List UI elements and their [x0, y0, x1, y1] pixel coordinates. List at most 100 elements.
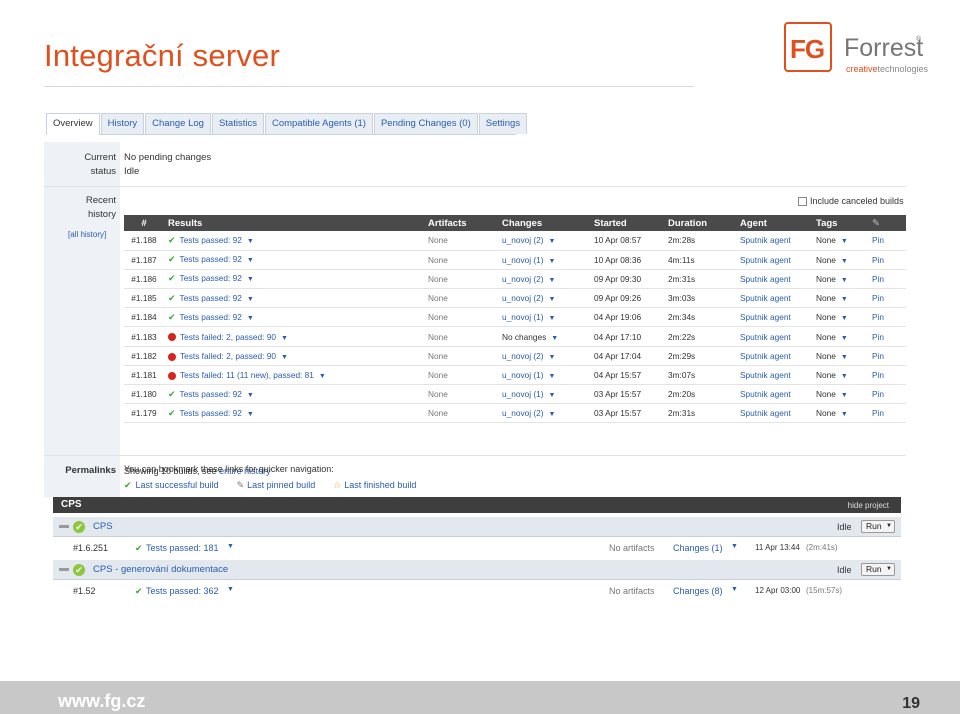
triangle-down-icon[interactable]: ▼ [551, 335, 558, 342]
build-number[interactable]: #1.181 [124, 365, 164, 386]
build-changes[interactable]: u_novoj (1) ▼ [498, 250, 590, 270]
result-text[interactable]: Tests failed: 2, passed: 90 [180, 332, 276, 342]
build-agent[interactable]: Sputnik agent [736, 384, 812, 405]
triangle-down-icon[interactable]: ▼ [841, 411, 848, 418]
build-changes[interactable]: Changes (1) [673, 543, 723, 553]
result-text[interactable]: Tests passed: 92 [180, 235, 242, 245]
build-result[interactable]: ✔ Tests passed: 92 ▼ [164, 231, 424, 251]
build-tags[interactable]: None ▼ [812, 403, 868, 424]
build-number[interactable]: #1.179 [124, 403, 164, 424]
triangle-down-icon[interactable]: ▼ [247, 296, 254, 303]
triangle-down-icon[interactable]: ▼ [841, 296, 848, 303]
triangle-down-icon[interactable]: ▼ [247, 257, 254, 264]
build-changes[interactable]: No changes ▼ [498, 326, 590, 347]
build-agent[interactable]: Sputnik agent [736, 346, 812, 366]
result-text[interactable]: Tests passed: 92 [180, 389, 242, 399]
build-number[interactable]: #1.183 [124, 326, 164, 347]
build-number[interactable]: #1.182 [124, 346, 164, 366]
build-changes[interactable]: u_novoj (1) ▼ [498, 365, 590, 386]
triangle-down-icon[interactable]: ▼ [281, 335, 288, 342]
tab-pending-changes-0[interactable]: Pending Changes (0) [373, 113, 478, 134]
changes-text[interactable]: No changes [502, 332, 546, 342]
result-text[interactable]: Tests passed: 92 [180, 408, 242, 418]
triangle-down-icon[interactable]: ▼ [841, 392, 848, 399]
build-tags[interactable]: None ▼ [812, 288, 868, 309]
build-number[interactable]: #1.52 [73, 586, 96, 596]
build-tags[interactable]: None ▼ [812, 326, 868, 347]
build-agent[interactable]: Sputnik agent [736, 326, 812, 347]
triangle-down-icon[interactable]: ▼ [549, 238, 556, 245]
checkbox-icon[interactable] [798, 196, 807, 206]
pin-link[interactable]: Pin [868, 288, 906, 309]
build-result[interactable]: Tests failed: 2, passed: 90 ▼ [164, 346, 424, 366]
result-text[interactable]: Tests passed: 92 [180, 273, 242, 283]
hide-project-link[interactable]: hide project [848, 501, 889, 510]
tab-history[interactable]: History [100, 113, 145, 134]
triangle-down-icon[interactable]: ▼ [886, 564, 892, 575]
last-pinned-link[interactable]: ✎ Last pinned build [237, 480, 316, 491]
build-result[interactable]: ✔ Tests passed: 92 ▼ [164, 269, 424, 290]
triangle-down-icon[interactable]: ▼ [841, 277, 848, 284]
triangle-down-icon[interactable]: ▼ [841, 373, 848, 380]
result-text[interactable]: Tests passed: 92 [180, 293, 242, 303]
include-canceled-checkbox[interactable]: Include canceled builds [798, 196, 904, 206]
build-number[interactable]: #1.184 [124, 307, 164, 328]
build-number[interactable]: #1.186 [124, 269, 164, 290]
build-tags[interactable]: None ▼ [812, 269, 868, 290]
build-changes[interactable]: u_novoj (2) ▼ [498, 288, 590, 309]
result-text[interactable]: Tests failed: 2, passed: 90 [180, 351, 276, 361]
changes-text[interactable]: u_novoj (2) [502, 293, 544, 303]
changes-text[interactable]: u_novoj (2) [502, 235, 544, 245]
last-finished-link[interactable]: ☆ Last finished build [333, 480, 416, 491]
build-result[interactable]: ✔ Tests passed: 92 ▼ [164, 403, 424, 424]
tab-settings[interactable]: Settings [478, 113, 528, 134]
triangle-down-icon[interactable]: ▼ [841, 258, 848, 265]
build-agent[interactable]: Sputnik agent [736, 250, 812, 270]
triangle-down-icon[interactable]: ▼ [247, 276, 254, 283]
changes-text[interactable]: u_novoj (1) [502, 255, 544, 265]
run-button[interactable]: Run ▼ [861, 563, 895, 576]
build-result[interactable]: ✔ Tests passed: 92 ▼ [164, 307, 424, 328]
triangle-down-icon[interactable]: ▼ [549, 277, 556, 284]
tab-statistics[interactable]: Statistics [211, 113, 264, 134]
tab-change-log[interactable]: Change Log [145, 113, 211, 134]
build-result[interactable]: ✔ Tests passed: 92 ▼ [164, 288, 424, 309]
triangle-down-icon[interactable]: ▼ [731, 543, 738, 550]
triangle-down-icon[interactable]: ▼ [227, 543, 234, 550]
pin-link[interactable]: Pin [868, 250, 906, 270]
triangle-down-icon[interactable]: ▼ [886, 521, 892, 532]
triangle-down-icon[interactable]: ▼ [247, 315, 254, 322]
triangle-down-icon[interactable]: ▼ [549, 373, 556, 380]
changes-text[interactable]: u_novoj (1) [502, 312, 544, 322]
triangle-down-icon[interactable]: ▼ [841, 335, 848, 342]
collapse-icon[interactable] [59, 568, 69, 571]
all-history-link[interactable]: [all history] [68, 230, 106, 239]
build-tags[interactable]: None ▼ [812, 346, 868, 366]
pin-link[interactable]: Pin [868, 384, 906, 405]
build-agent[interactable]: Sputnik agent [736, 365, 812, 386]
build-result[interactable]: Tests passed: 362 [146, 586, 219, 596]
changes-text[interactable]: u_novoj (2) [502, 274, 544, 284]
build-changes[interactable]: u_novoj (2) ▼ [498, 403, 590, 424]
result-text[interactable]: Tests failed: 11 (11 new), passed: 81 [180, 370, 314, 380]
build-changes[interactable]: u_novoj (2) ▼ [498, 231, 590, 251]
triangle-down-icon[interactable]: ▼ [247, 392, 254, 399]
triangle-down-icon[interactable]: ▼ [319, 373, 326, 380]
build-changes[interactable]: u_novoj (2) ▼ [498, 346, 590, 366]
triangle-down-icon[interactable]: ▼ [281, 354, 288, 361]
build-agent[interactable]: Sputnik agent [736, 403, 812, 424]
build-number[interactable]: #1.188 [124, 231, 164, 251]
build-result[interactable]: Tests failed: 11 (11 new), passed: 81 ▼ [164, 365, 424, 386]
changes-text[interactable]: u_novoj (2) [502, 408, 544, 418]
build-tags[interactable]: None ▼ [812, 250, 868, 270]
changes-text[interactable]: u_novoj (2) [502, 351, 544, 361]
triangle-down-icon[interactable]: ▼ [247, 238, 254, 245]
build-tags[interactable]: None ▼ [812, 231, 868, 251]
build-agent[interactable]: Sputnik agent [736, 269, 812, 290]
build-changes[interactable]: u_novoj (1) ▼ [498, 384, 590, 405]
triangle-down-icon[interactable]: ▼ [227, 586, 234, 593]
collapse-icon[interactable] [59, 525, 69, 528]
build-tags[interactable]: None ▼ [812, 307, 868, 328]
pin-link[interactable]: Pin [868, 326, 906, 347]
triangle-down-icon[interactable]: ▼ [247, 411, 254, 418]
